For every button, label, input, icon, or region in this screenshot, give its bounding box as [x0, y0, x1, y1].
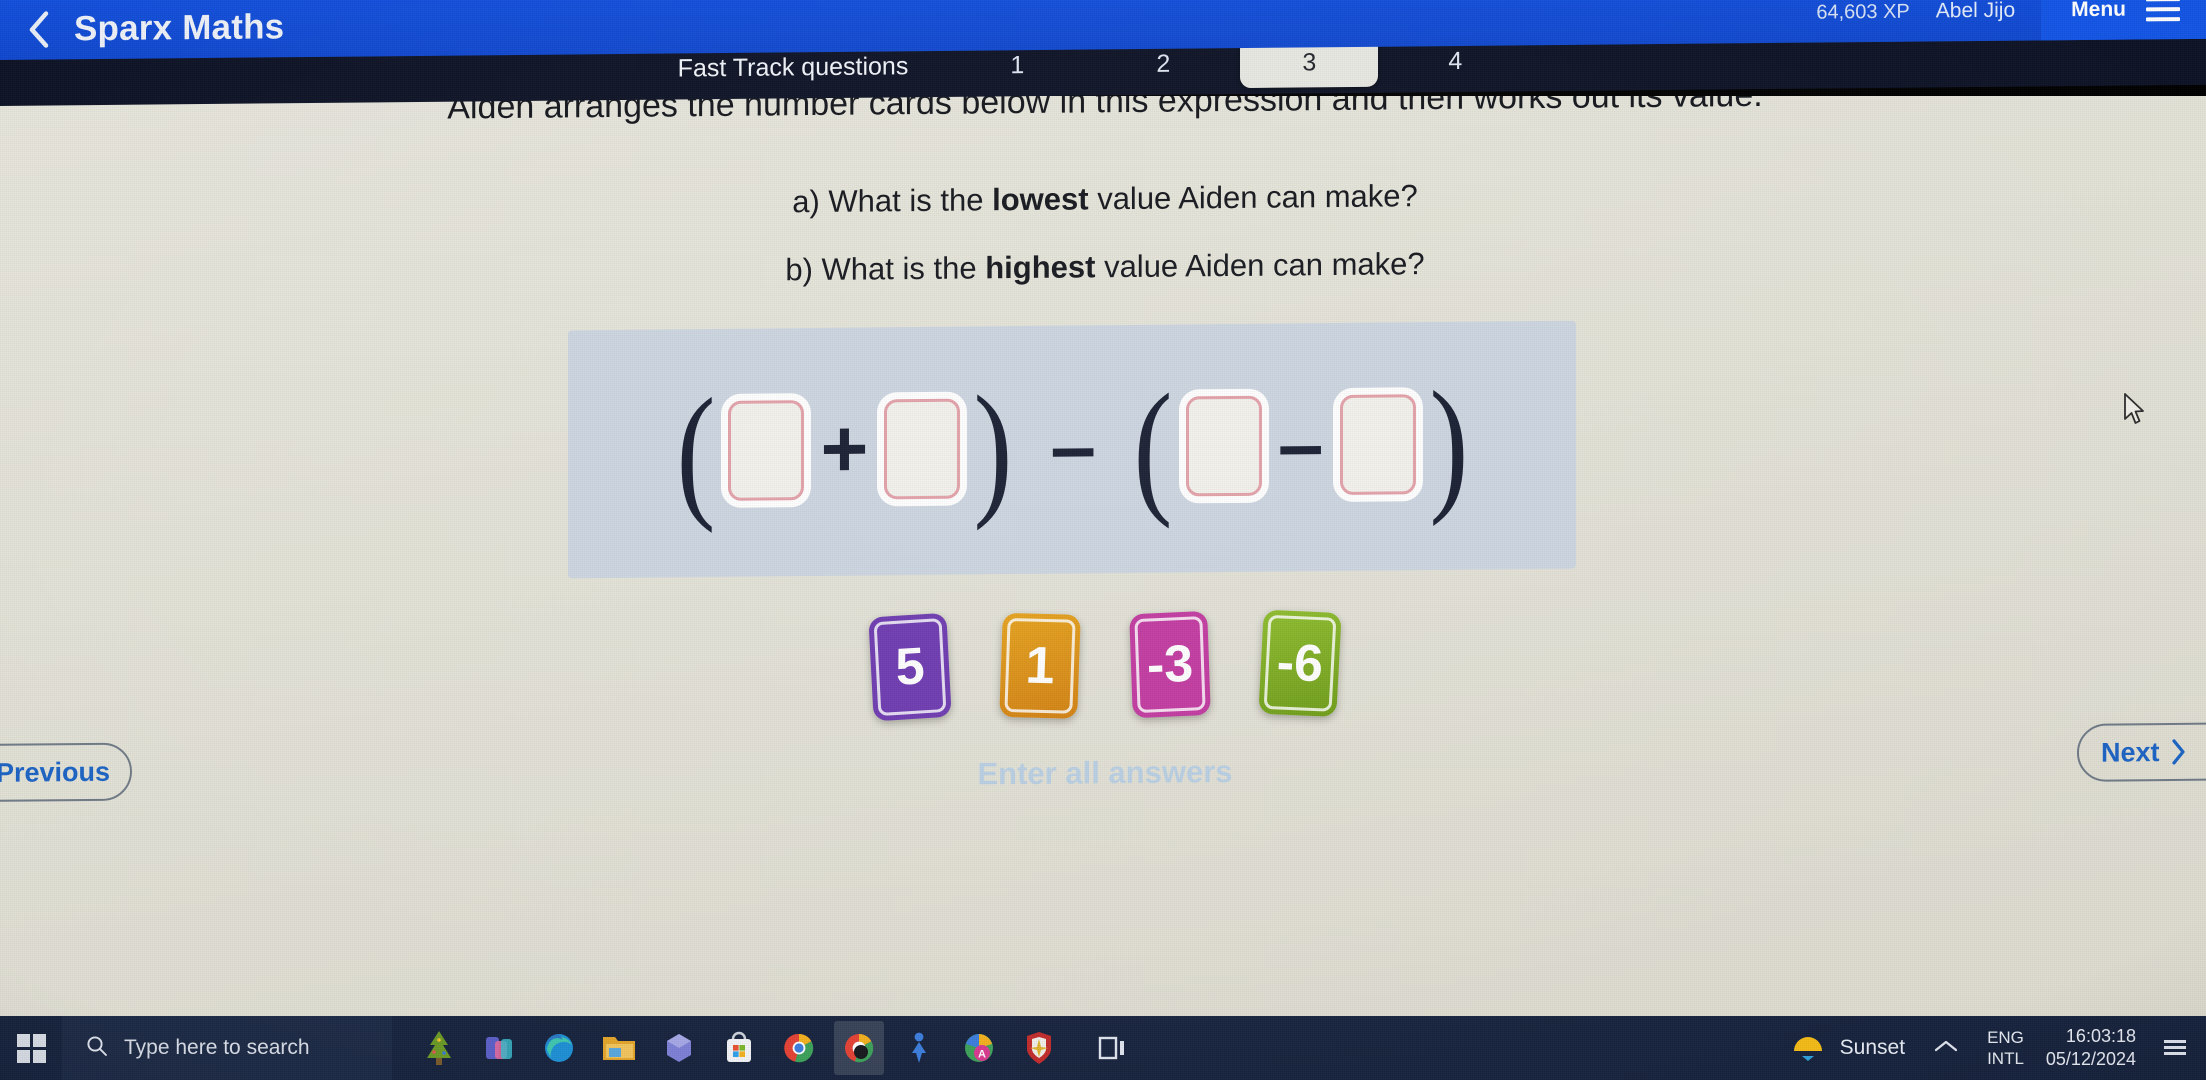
- chevron-left-icon: [26, 10, 52, 50]
- menu-label: Menu: [2071, 0, 2126, 22]
- close-paren-1: ): [973, 365, 1013, 532]
- number-card-minus3[interactable]: -3: [1129, 610, 1211, 719]
- taskbar-icon-file-explorer[interactable]: [594, 1021, 644, 1075]
- task-view-icon[interactable]: [1088, 1021, 1138, 1075]
- language-secondary: INTL: [1987, 1049, 2024, 1068]
- back-button[interactable]: [22, 9, 56, 49]
- windows-logo-icon: [16, 1033, 46, 1063]
- previous-button[interactable]: Previous: [0, 742, 132, 803]
- clock[interactable]: 16:03:18 05/12/2024: [2046, 1025, 2136, 1071]
- previous-label: Previous: [0, 756, 110, 788]
- language-primary: ENG: [1987, 1027, 2024, 1047]
- sunset-icon: [1788, 1030, 1828, 1067]
- clock-date: 05/12/2024: [2045, 1049, 2136, 1069]
- taskbar-icon-chrome[interactable]: [774, 1021, 824, 1075]
- number-card-5[interactable]: 5: [868, 612, 952, 722]
- svg-text:A: A: [978, 1049, 986, 1061]
- system-tray: Sunset ENG INTL 16:03:18 05/12/2024: [1788, 1016, 2206, 1080]
- number-card-1[interactable]: 1: [999, 612, 1081, 719]
- expression: ( + ) – ( – ): [673, 360, 1472, 535]
- status-message: Enter all answers: [977, 753, 1233, 792]
- chevron-right-icon: [2170, 739, 2186, 765]
- minus-operator-inner: –: [1277, 399, 1324, 491]
- plus-operator-1: +: [820, 403, 869, 495]
- header-right-group: 64,603 XP Abel Jijo Menu: [1816, 0, 2206, 43]
- weather-widget[interactable]: Sunset: [1788, 1030, 1905, 1067]
- question-part-a-suffix: value Aiden can make?: [1088, 178, 1418, 217]
- question-part-b: b) What is the highest value Aiden can m…: [0, 238, 2206, 296]
- taskbar-app-icons: A: [414, 1021, 1138, 1075]
- search-input[interactable]: Type here to search: [62, 1016, 392, 1080]
- menu-button[interactable]: Menu: [2041, 0, 2206, 41]
- taskbar-icon-chrome-active[interactable]: [834, 1021, 884, 1075]
- hamburger-icon: [2146, 0, 2180, 22]
- start-button[interactable]: [0, 1016, 62, 1080]
- question-part-b-emphasis: highest: [985, 249, 1096, 286]
- screen: Sparx Maths 64,603 XP Abel Jijo Menu Fas…: [0, 0, 2206, 1080]
- xp-counter: 64,603 XP: [1816, 0, 1910, 24]
- fast-track-label: Fast Track questions: [677, 51, 909, 82]
- question-part-a-prefix: a) What is the: [792, 182, 993, 220]
- question-page: Aiden arranges the number cards below in…: [0, 96, 2206, 1016]
- answer-box-1[interactable]: [728, 400, 805, 501]
- app-title: Sparx Maths: [74, 7, 285, 49]
- question-part-b-suffix: value Aiden can make?: [1095, 246, 1425, 285]
- number-card-tray: 5 1 -3 -6: [0, 602, 2206, 728]
- close-paren-2: ): [1428, 360, 1468, 528]
- user-name: Abel Jijo: [1935, 0, 2016, 23]
- number-card-minus6[interactable]: -6: [1258, 609, 1342, 717]
- taskbar-icon-edge[interactable]: [534, 1021, 584, 1075]
- clock-time: 16:03:18: [2065, 1025, 2136, 1046]
- taskbar-icon-teams[interactable]: [474, 1021, 524, 1075]
- search-icon: [86, 1035, 108, 1062]
- chevron-up-icon[interactable]: [1927, 1037, 1965, 1060]
- question-part-a-emphasis: lowest: [992, 181, 1089, 218]
- taskbar-icon-person[interactable]: [894, 1021, 944, 1075]
- taskbar-icon-microsoft-store[interactable]: [714, 1021, 764, 1075]
- open-paren-2: (: [1133, 363, 1173, 530]
- taskbar-icon-chrome-profile[interactable]: A: [954, 1021, 1004, 1075]
- windows-taskbar: Type here to search A Sunset ENG INTL 16…: [0, 1016, 2206, 1080]
- question-part-b-prefix: b) What is the: [785, 250, 986, 288]
- open-paren-1: (: [676, 367, 715, 535]
- search-placeholder: Type here to search: [124, 1036, 310, 1059]
- next-label: Next: [2101, 736, 2160, 768]
- taskbar-icon-tree[interactable]: [414, 1021, 464, 1075]
- answer-box-3[interactable]: [1185, 395, 1262, 497]
- taskbar-icon-office[interactable]: [654, 1021, 704, 1075]
- question-part-a: a) What is the lowest value Aiden can ma…: [0, 170, 2206, 228]
- weather-label: Sunset: [1839, 1036, 1906, 1059]
- language-indicator[interactable]: ENG INTL: [1987, 1027, 2024, 1070]
- taskbar-icon-shield[interactable]: [1014, 1021, 1064, 1075]
- expression-panel: ( + ) – ( – ): [568, 320, 1576, 579]
- next-button[interactable]: Next: [2077, 722, 2206, 782]
- minus-operator-outer: –: [1050, 401, 1096, 493]
- answer-box-4[interactable]: [1339, 394, 1416, 495]
- notification-icon[interactable]: [2158, 1031, 2192, 1065]
- answer-box-2[interactable]: [884, 398, 961, 500]
